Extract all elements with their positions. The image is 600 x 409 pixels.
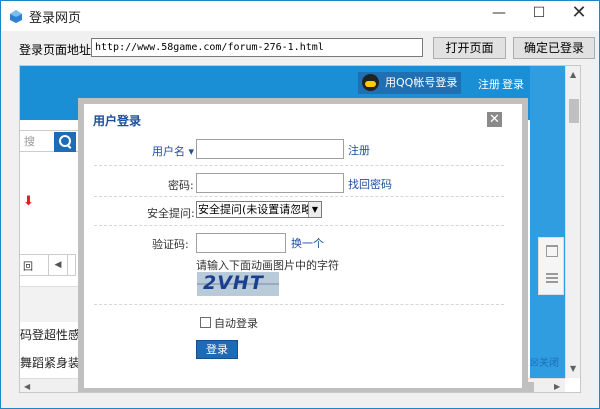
username-input[interactable] (196, 139, 344, 159)
close-window-button[interactable]: ✕ (559, 1, 599, 25)
header-register-link[interactable]: 注册 (478, 76, 500, 92)
vertical-scrollbar[interactable]: ▲ ▼ (565, 66, 580, 378)
search-icon[interactable] (54, 132, 76, 152)
list-icon[interactable] (546, 273, 558, 283)
row-divider (94, 225, 504, 226)
embedded-browser: 用QQ帐号登录 注册 登录 搜 ⬇ 回 ◀ 码登超性感媚 舞蹈紧身装徜 ☒关闭 (19, 65, 581, 393)
pager-prev-button[interactable]: ◀ (48, 254, 68, 276)
url-input[interactable]: http://www.58game.com/forum-276-1.html (91, 38, 423, 57)
scroll-down-icon[interactable]: ▼ (570, 364, 576, 373)
security-question-value: 安全提问(未设置请忽略) (198, 203, 317, 216)
qq-login-button[interactable]: 用QQ帐号登录 (358, 72, 461, 94)
scroll-left-icon[interactable]: ◀ (24, 382, 30, 391)
header-login-link[interactable]: 登录 (502, 76, 524, 92)
dialog-title: 用户登录 (93, 114, 142, 128)
back-to-top-icon[interactable] (546, 245, 558, 257)
auto-login-label[interactable]: 自动登录 (214, 315, 258, 331)
side-toolbar (538, 237, 564, 295)
qq-penguin-icon (362, 74, 379, 91)
row-divider (94, 196, 504, 197)
login-dialog: 用户登录 ✕ 用户名 ▾ 注册 密码: 找回密码 安全提问: 安全提问(未设置请… (78, 98, 528, 392)
change-captcha-link[interactable]: 换一个 (291, 235, 324, 251)
forgot-password-link[interactable]: 找回密码 (348, 176, 392, 192)
row-divider (94, 165, 504, 166)
scroll-right-icon[interactable]: ▶ (554, 382, 560, 391)
vertical-scroll-thumb[interactable] (569, 99, 579, 123)
chevron-down-icon[interactable]: ▼ (308, 202, 321, 217)
confirm-logged-in-button[interactable]: 确定已登录 (513, 37, 595, 59)
password-label: 密码: (168, 179, 194, 192)
security-question-label: 安全提问: (147, 207, 195, 220)
red-arrow-icon: ⬇ (23, 194, 34, 209)
qq-login-label: 用QQ帐号登录 (385, 76, 458, 89)
window-title: 登录网页 (29, 11, 82, 26)
captcha-label: 验证码: (152, 238, 189, 251)
dialog-close-icon[interactable]: ✕ (487, 112, 502, 127)
captcha-input[interactable] (196, 233, 286, 253)
close-ad-link[interactable]: ☒关闭 (530, 354, 559, 369)
captcha-hint: 请输入下面动画图片中的字符 (196, 259, 339, 272)
scroll-up-icon[interactable]: ▲ (570, 70, 576, 79)
minimize-button[interactable]: — (479, 1, 519, 25)
open-page-button[interactable]: 打开页面 (433, 37, 506, 59)
title-bar: 登录网页 — ☐ ✕ (1, 1, 599, 31)
auto-login-checkbox[interactable] (200, 317, 211, 328)
captcha-text: 2VHT (203, 272, 264, 294)
pager-back-label: 回 (23, 262, 33, 273)
security-question-select[interactable]: 安全提问(未设置请忽略) ▼ (196, 201, 322, 218)
app-icon (10, 10, 22, 23)
search-placeholder: 搜 (24, 135, 35, 148)
row-divider (94, 304, 504, 305)
login-submit-button[interactable]: 登录 (196, 340, 238, 359)
captcha-image[interactable]: 2VHT (197, 272, 279, 296)
password-input[interactable] (196, 173, 344, 193)
username-label[interactable]: 用户名 ▾ (152, 143, 194, 159)
app-window: 登录网页 — ☐ ✕ 登录页面地址: http://www.58game.com… (0, 0, 600, 409)
url-label: 登录页面地址: (19, 43, 96, 57)
header-right-strip (530, 66, 565, 120)
register-link[interactable]: 注册 (348, 142, 370, 158)
maximize-button[interactable]: ☐ (519, 1, 559, 25)
